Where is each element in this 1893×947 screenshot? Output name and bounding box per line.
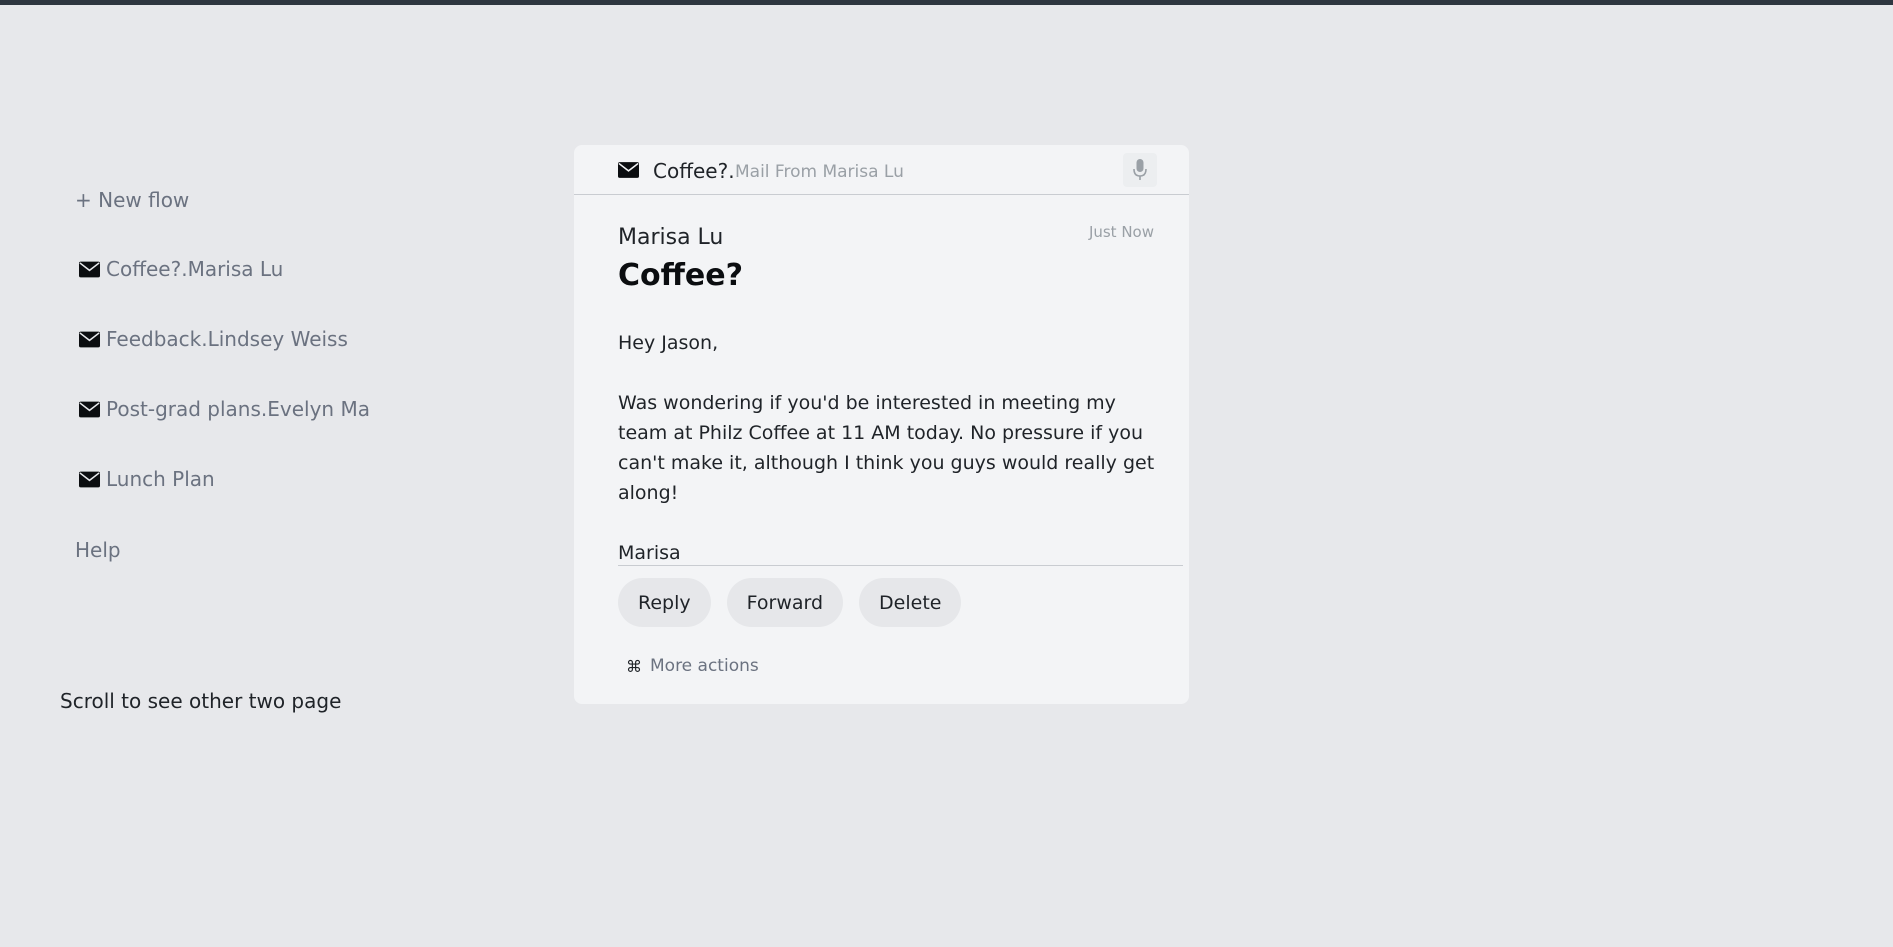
sidebar-item-label: Coffee?.Marisa Lu [106, 257, 284, 281]
sidebar-item-lunch-plan[interactable]: Lunch Plan [79, 467, 215, 491]
sidebar-item-label: Post-grad plans.Evelyn Ma [106, 397, 370, 421]
new-flow-button[interactable]: + New flow [75, 188, 189, 212]
forward-button[interactable]: Forward [726, 578, 844, 627]
email-subject: Coffee? [618, 258, 744, 293]
sidebar-item-feedback[interactable]: Feedback.Lindsey Weiss [79, 327, 348, 351]
sidebar-item-label: Feedback.Lindsey Weiss [106, 327, 348, 351]
divider [618, 565, 1183, 566]
more-actions-button[interactable]: ⌘ More actions [626, 656, 759, 676]
header-subject: Coffee?. [653, 159, 735, 183]
microphone-button[interactable] [1123, 153, 1157, 187]
email-body: Hey Jason, Was wondering if you'd be int… [618, 328, 1168, 568]
scroll-hint: Scroll to see other two page [60, 689, 342, 713]
more-actions-label: More actions [650, 656, 759, 676]
timestamp: Just Now [1088, 223, 1154, 241]
reply-button[interactable]: Reply [618, 578, 711, 627]
envelope-icon [79, 471, 100, 487]
email-greeting: Hey Jason, [618, 332, 719, 354]
email-signoff: Marisa [618, 542, 681, 564]
email-paragraph: Was wondering if you'd be interested in … [618, 392, 1155, 504]
sender-name: Marisa Lu [618, 225, 724, 250]
envelope-icon [618, 162, 639, 178]
sidebar-item-label: Lunch Plan [106, 467, 215, 491]
sidebar: + New flow Coffee?.Marisa Lu Feedback.Li… [0, 0, 420, 947]
microphone-icon [1133, 159, 1147, 180]
delete-button[interactable]: Delete [859, 578, 962, 627]
sidebar-item-post-grad-plans[interactable]: Post-grad plans.Evelyn Ma [79, 397, 370, 421]
header-from: Mail From Marisa Lu [735, 162, 904, 182]
envelope-icon [79, 331, 100, 347]
help-link[interactable]: Help [75, 538, 121, 562]
command-icon: ⌘ [626, 656, 642, 676]
email-card: Coffee?. Mail From Marisa Lu Marisa Lu J… [574, 145, 1189, 704]
action-bar: Reply Forward Delete [618, 578, 962, 627]
card-header: Coffee?. Mail From Marisa Lu [574, 145, 1189, 195]
envelope-icon [79, 401, 100, 417]
envelope-icon [79, 261, 100, 277]
sidebar-item-coffee[interactable]: Coffee?.Marisa Lu [79, 257, 283, 281]
